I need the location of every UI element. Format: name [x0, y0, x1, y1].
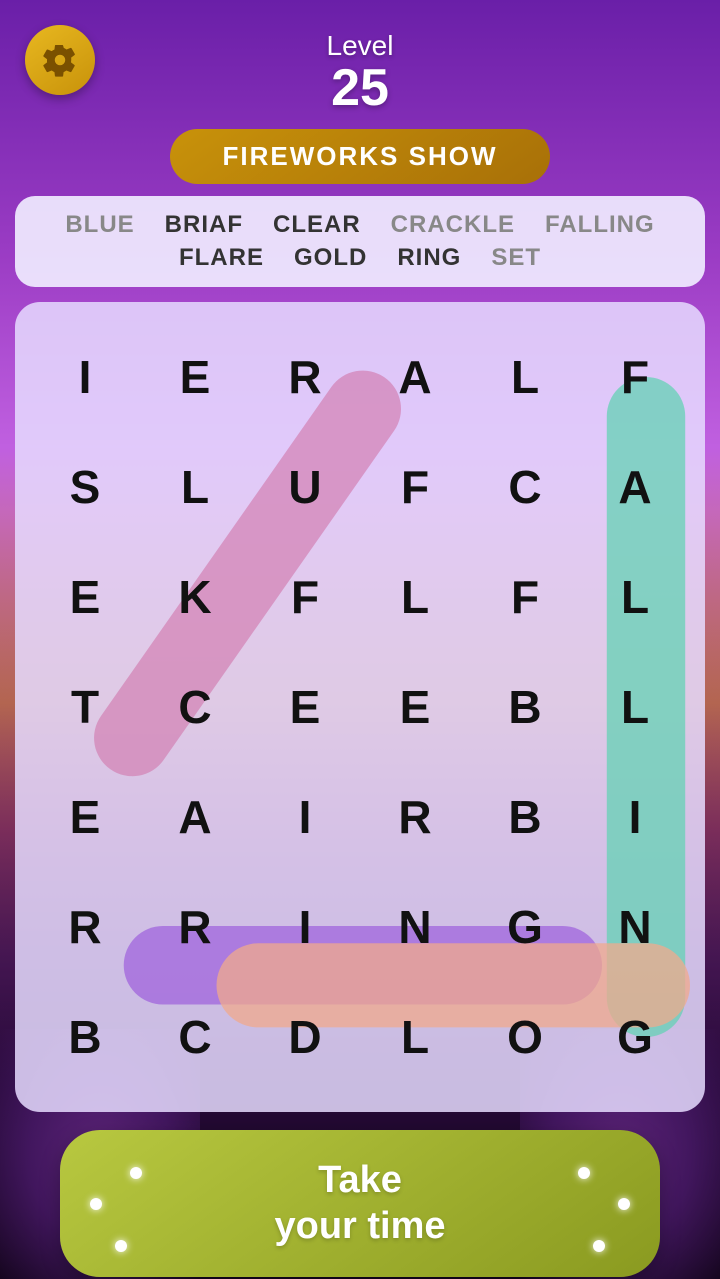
cell-4-3[interactable]: R — [360, 762, 470, 872]
level-number: 25 — [0, 62, 720, 114]
cell-2-0[interactable]: E — [30, 542, 140, 652]
cell-4-1[interactable]: A — [140, 762, 250, 872]
cell-6-5[interactable]: G — [580, 982, 690, 1092]
cell-6-2[interactable]: D — [250, 982, 360, 1092]
cell-0-1[interactable]: E — [140, 322, 250, 432]
cell-1-4[interactable]: C — [470, 432, 580, 542]
letter-grid[interactable]: I E R A L F S L U F C A E K F L F L T C … — [30, 322, 690, 1092]
cell-4-5[interactable]: I — [580, 762, 690, 872]
word-gold: GOLD — [294, 244, 367, 272]
take-time-button[interactable]: Takeyour time — [60, 1130, 660, 1277]
word-briaf: BRIAF — [165, 211, 243, 239]
cell-3-5[interactable]: L — [580, 652, 690, 762]
word-flare: FLARE — [179, 244, 264, 272]
cell-5-1[interactable]: R — [140, 872, 250, 982]
cell-4-2[interactable]: I — [250, 762, 360, 872]
cell-4-0[interactable]: E — [30, 762, 140, 872]
category-banner: FIREWORKS SHOW — [170, 129, 550, 184]
cell-1-5[interactable]: A — [580, 432, 690, 542]
cell-2-2[interactable]: F — [250, 542, 360, 652]
grid-container: I E R A L F S L U F C A E K F L F L T C … — [15, 302, 705, 1112]
cell-6-0[interactable]: B — [30, 982, 140, 1092]
word-ring: RING — [397, 244, 461, 272]
cell-6-4[interactable]: O — [470, 982, 580, 1092]
cell-3-0[interactable]: T — [30, 652, 140, 762]
cell-3-4[interactable]: B — [470, 652, 580, 762]
cell-1-1[interactable]: L — [140, 432, 250, 542]
words-panel: BLUE BRIAF CLEAR CRACKLE FALLING FLARE G… — [15, 196, 705, 287]
cell-5-2[interactable]: I — [250, 872, 360, 982]
gear-icon — [42, 42, 78, 78]
cell-0-2[interactable]: R — [250, 322, 360, 432]
cell-0-0[interactable]: I — [30, 322, 140, 432]
cell-6-1[interactable]: C — [140, 982, 250, 1092]
header: Level 25 — [0, 0, 720, 114]
cell-5-4[interactable]: G — [470, 872, 580, 982]
cell-0-3[interactable]: A — [360, 322, 470, 432]
cell-6-3[interactable]: L — [360, 982, 470, 1092]
cell-0-4[interactable]: L — [470, 322, 580, 432]
cell-1-2[interactable]: U — [250, 432, 360, 542]
cell-2-3[interactable]: L — [360, 542, 470, 652]
settings-button[interactable] — [25, 25, 95, 95]
cell-1-3[interactable]: F — [360, 432, 470, 542]
cell-5-3[interactable]: N — [360, 872, 470, 982]
cell-3-1[interactable]: C — [140, 652, 250, 762]
cell-3-3[interactable]: E — [360, 652, 470, 762]
take-time-label: Takeyour time — [80, 1158, 640, 1249]
word-clear: CLEAR — [273, 211, 361, 239]
cell-5-5[interactable]: N — [580, 872, 690, 982]
word-falling: FALLING — [545, 211, 655, 239]
word-crackle: CRACKLE — [391, 211, 515, 239]
level-label: Level — [0, 30, 720, 62]
cell-2-1[interactable]: K — [140, 542, 250, 652]
cell-0-5[interactable]: F — [580, 322, 690, 432]
word-set: SET — [491, 244, 541, 272]
cell-3-2[interactable]: E — [250, 652, 360, 762]
word-blue: BLUE — [65, 211, 134, 239]
cell-2-5[interactable]: L — [580, 542, 690, 652]
cell-5-0[interactable]: R — [30, 872, 140, 982]
cell-4-4[interactable]: B — [470, 762, 580, 872]
cell-2-4[interactable]: F — [470, 542, 580, 652]
category-text: FIREWORKS SHOW — [200, 141, 520, 172]
cell-1-0[interactable]: S — [30, 432, 140, 542]
